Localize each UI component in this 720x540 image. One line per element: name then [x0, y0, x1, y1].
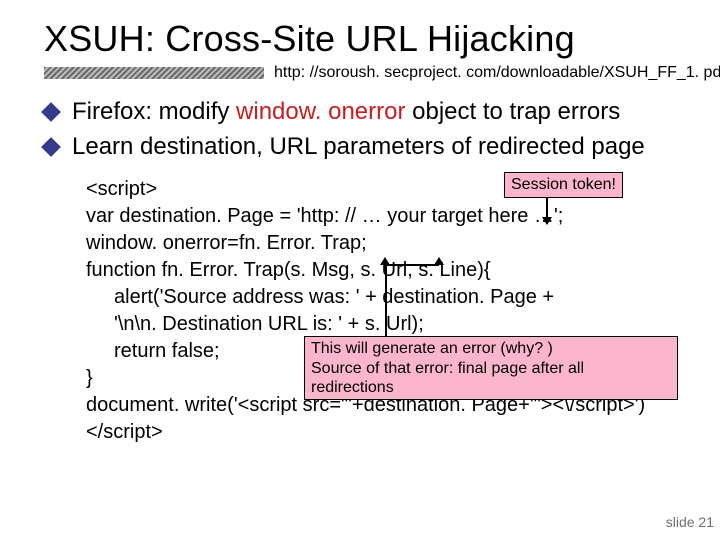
arrow-tip-icon — [434, 257, 444, 265]
bullet-1-post: object to trap errors — [405, 98, 620, 125]
bullet-1-pre: Firefox: modify — [72, 98, 236, 125]
divider-texture — [44, 67, 264, 79]
bullet-2: Learn destination, URL parameters of red… — [44, 131, 690, 162]
slide-number: slide 21 — [666, 514, 714, 530]
arrow-tip-icon — [380, 257, 390, 265]
code-line: '\n\n. Destination URL is: ' + s. Url); — [86, 311, 690, 338]
diamond-icon — [41, 102, 61, 122]
code-line: var destination. Page = 'http: // … your… — [86, 203, 690, 230]
code-line: </script> — [86, 419, 690, 446]
bullet-1-text: Firefox: modify window. onerror object t… — [72, 96, 620, 127]
annotation-session-token: Session token! — [504, 172, 623, 197]
reference-url: http: //soroush. secproject. com/downloa… — [274, 64, 720, 82]
bullet-1-red: window. onerror — [236, 98, 405, 125]
code-line: alert('Source address was: ' + destinati… — [86, 284, 690, 311]
code-block: Session token! This will generate an err… — [86, 176, 690, 446]
arrow-horizontal-icon — [385, 264, 439, 266]
diamond-icon — [41, 137, 61, 157]
code-line: window. onerror=fn. Error. Trap; — [86, 230, 690, 257]
slide-title: XSUH: Cross-Site URL Hijacking — [44, 18, 690, 60]
arrow-session-icon — [546, 198, 548, 224]
slide: XSUH: Cross-Site URL Hijacking http: //s… — [0, 0, 720, 540]
arrow-vertical-icon — [385, 264, 387, 336]
bullet-2-text: Learn destination, URL parameters of red… — [72, 131, 645, 162]
annotation-why-line2: Source of that error: final page after a… — [311, 359, 671, 397]
bullet-1: Firefox: modify window. onerror object t… — [44, 96, 690, 127]
annotation-session-text: Session token! — [511, 176, 616, 193]
annotation-why-line1: This will generate an error (why? ) — [311, 339, 671, 358]
annotation-why-error: This will generate an error (why? ) Sour… — [304, 336, 678, 400]
divider-row: http: //soroush. secproject. com/downloa… — [44, 64, 690, 82]
